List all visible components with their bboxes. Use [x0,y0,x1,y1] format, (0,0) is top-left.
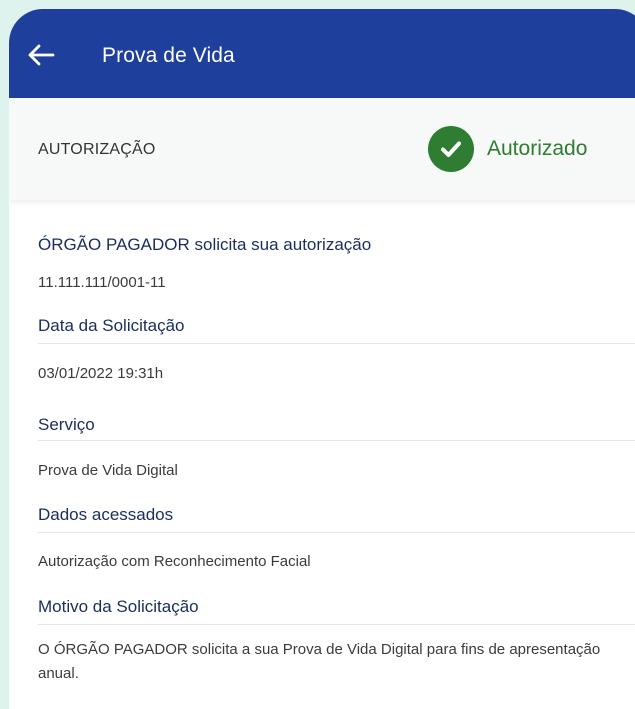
accessed-data-value: Autorização com Reconhecimento Facial [38,553,311,570]
requester-cnpj: 11.111.111/0001-11 [38,274,166,291]
service-value: Prova de Vida Digital [38,462,178,479]
reason-title: Motivo da Solicitação [38,597,199,616]
status-text: Autorizado [487,137,588,160]
check-circle-icon [428,126,474,172]
divider [38,624,635,625]
phone-screen: Prova de Vida AUTORIZAÇÃO Autorizado ÓRG… [9,9,635,709]
divider [38,440,635,441]
authorization-label: AUTORIZAÇÃO [38,141,156,158]
back-button[interactable] [27,43,55,67]
divider [38,343,635,344]
authorization-status-bar: AUTORIZAÇÃO Autorizado [9,98,635,200]
accessed-data-title: Dados acessados [38,505,174,524]
divider [38,532,635,533]
request-date-value: 03/01/2022 19:31h [38,365,164,382]
page-title: Prova de Vida [102,44,235,67]
request-date-title: Data da Solicitação [38,316,185,335]
service-title: Serviço [38,415,95,434]
request-details: ÓRGÃO PAGADOR solicita sua autorização 1… [9,210,635,709]
requester-title: ÓRGÃO PAGADOR solicita sua autorização [38,235,372,254]
status-badge: Autorizado [428,126,587,172]
arrow-left-icon [28,44,55,66]
app-bar: Prova de Vida [9,9,635,98]
